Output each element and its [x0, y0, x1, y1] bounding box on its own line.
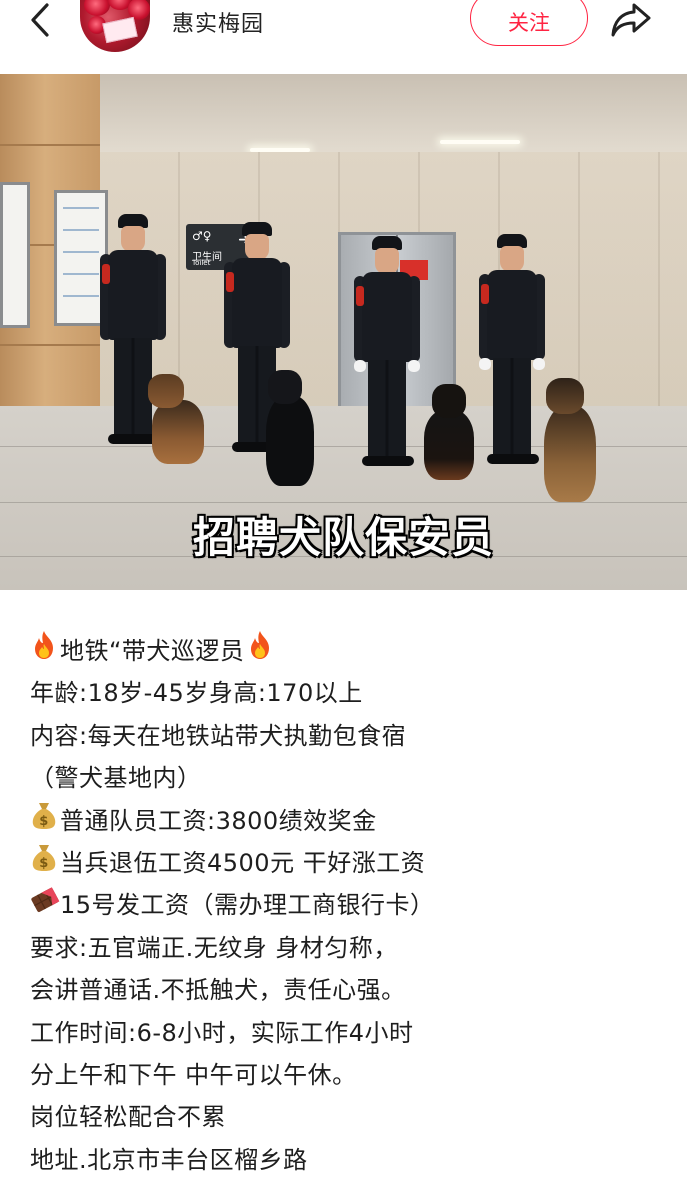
- follow-button-label: 关注: [508, 11, 550, 35]
- post-text: 会讲普通话.不抵触犬，责任心强。: [30, 976, 406, 1005]
- post-text: 当兵退伍工资4500元 干好涨工资: [60, 848, 426, 877]
- share-arrow-icon: [610, 2, 652, 42]
- post-text-line: 会讲普通话.不抵触犬，责任心强。: [30, 969, 670, 1011]
- avatar[interactable]: [80, 0, 150, 52]
- chevron-left-icon: [29, 2, 51, 42]
- post-text-line: （警犬基地内）: [30, 757, 670, 799]
- ceiling: [0, 74, 687, 152]
- post-text-line: 岗位轻松配合不累: [30, 1096, 670, 1138]
- post-text-line: 年龄:18岁-45岁身高:170以上: [30, 672, 670, 714]
- money-bag-icon: $: [30, 800, 58, 843]
- post-text: 要求:五官端正.无纹身 身材匀称，: [30, 933, 398, 962]
- post-text-line: 工作时间:6-8小时，实际工作4小时: [30, 1012, 670, 1054]
- post-text-line: 15号发工资（需办理工商银行卡）: [30, 884, 670, 926]
- chocolate-bar-icon: [30, 885, 60, 927]
- info-board-left: [0, 182, 30, 328]
- post-text: 分上午和下午 中午可以午休。: [30, 1060, 357, 1089]
- post-text: 工作时间:6-8小时，实际工作4小时: [30, 1018, 414, 1047]
- post-image[interactable]: ♂♀ ➜ 卫生间 Toilet: [0, 74, 687, 590]
- post-text-line: 要求:五官端正.无纹身 身材匀称，: [30, 927, 670, 969]
- toilet-sign-subtext: Toilet: [192, 259, 211, 267]
- svg-text:$: $: [39, 814, 49, 829]
- image-caption: 招聘犬队保安员: [192, 512, 494, 563]
- post-text: 地址.北京市丰台区榴乡路: [30, 1145, 308, 1174]
- post-text-line: $ 普通队员工资:3800绩效奖金: [30, 800, 670, 842]
- author-name[interactable]: 惠实梅园: [172, 6, 264, 38]
- post-page: 惠实梅园 关注 ♂♀ 卫生间 Toilet 招聘犬队保安员 地铁“带犬巡逻员 年…: [0, 0, 687, 1200]
- post-text-line: 分上午和下午 中午可以午休。: [30, 1054, 670, 1096]
- post-text: 15号发工资（需办理工商银行卡）: [60, 891, 435, 920]
- post-text: 地铁“带犬巡逻员: [60, 637, 245, 665]
- fire-icon: [30, 630, 58, 673]
- money-bag-icon: $: [30, 842, 58, 885]
- post-text: 岗位轻松配合不累: [30, 1103, 226, 1132]
- share-button[interactable]: [606, 0, 656, 44]
- post-text: 普通队员工资:3800绩效奖金: [60, 806, 377, 835]
- post-text-line: $ 当兵退伍工资4500元 干好涨工资: [30, 842, 670, 884]
- restroom-icon: ♂♀: [192, 229, 212, 243]
- top-bar: 惠实梅园 关注: [0, 0, 687, 74]
- post-body: 地铁“带犬巡逻员年龄:18岁-45岁身高:170以上内容:每天在地铁站带犬执勤包…: [30, 630, 670, 1181]
- fire-icon: [246, 630, 274, 673]
- post-text: 年龄:18岁-45岁身高:170以上: [30, 679, 363, 708]
- post-text-line: 内容:每天在地铁站带犬执勤包食宿: [30, 715, 670, 757]
- follow-button[interactable]: 关注: [470, 0, 588, 46]
- post-text-line: 地铁“带犬巡逻员: [30, 630, 670, 672]
- post-text: 内容:每天在地铁站带犬执勤包食宿: [30, 721, 407, 750]
- back-button[interactable]: [18, 0, 62, 44]
- post-text-line: 地址.北京市丰台区榴乡路: [30, 1139, 670, 1181]
- svg-text:$: $: [39, 856, 49, 871]
- post-text: （警犬基地内）: [30, 764, 202, 793]
